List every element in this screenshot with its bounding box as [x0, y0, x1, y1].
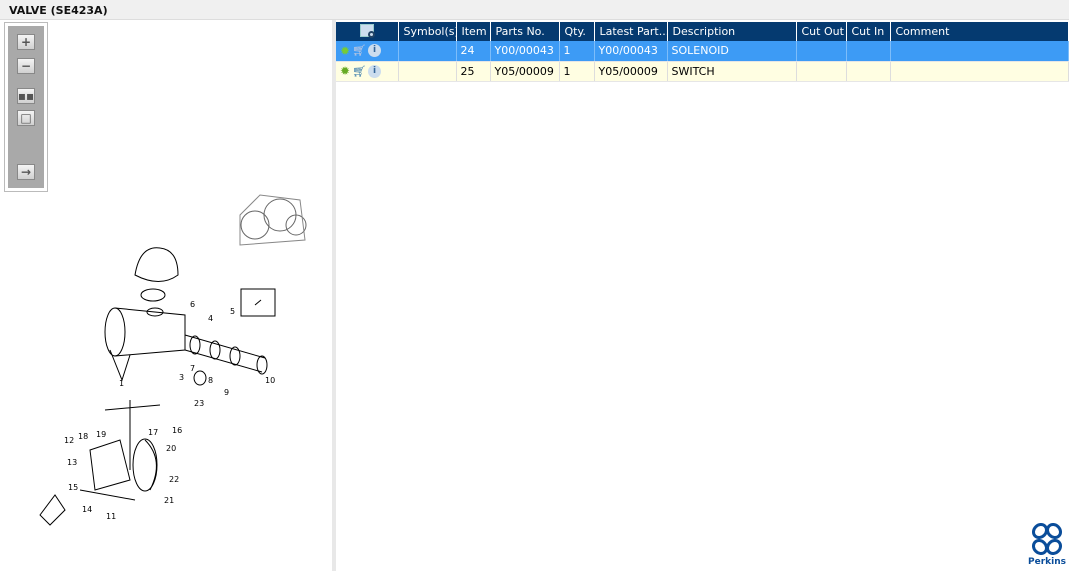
- description-cell: SOLENOID: [667, 41, 797, 62]
- callout[interactable]: 13: [67, 458, 77, 467]
- title-bar: VALVE (SE423A): [0, 0, 1069, 20]
- info-icon[interactable]: i: [368, 44, 382, 58]
- cut-in-cell: [846, 61, 891, 82]
- callout[interactable]: 5: [230, 307, 235, 316]
- callout[interactable]: 19: [96, 430, 106, 439]
- column-header-latest-part[interactable]: Latest Part...: [594, 22, 668, 41]
- viewer-toolbar: + − ▪▪ □ →: [4, 22, 48, 192]
- callout[interactable]: 3: [179, 373, 184, 382]
- cut-in-cell: [846, 41, 891, 62]
- zoom-out-icon[interactable]: −: [17, 58, 35, 74]
- callout[interactable]: 7: [190, 364, 195, 373]
- table-header: Symbol(s) Item Parts No. Qty. Latest Par…: [336, 22, 1069, 41]
- column-header-cut-in[interactable]: Cut In: [846, 22, 891, 41]
- callout[interactable]: 6: [190, 300, 195, 309]
- callout[interactable]: 4: [208, 314, 213, 323]
- engine-thumbnail: [239, 194, 307, 246]
- callout[interactable]: 16: [172, 426, 182, 435]
- callout[interactable]: 18: [78, 432, 88, 441]
- callout[interactable]: 20: [166, 444, 176, 453]
- fit-all-icon[interactable]: ▪▪: [17, 88, 35, 104]
- export-icon[interactable]: →: [17, 164, 35, 180]
- callout[interactable]: 21: [164, 496, 174, 505]
- callout[interactable]: 23: [194, 399, 204, 408]
- column-header-description[interactable]: Description: [667, 22, 797, 41]
- item-cell: 24: [456, 41, 491, 62]
- parts-table: Symbol(s) Item Parts No. Qty. Latest Par…: [336, 22, 1069, 82]
- callout[interactable]: 1: [119, 379, 124, 388]
- latest-part-cell: Y00/00043: [594, 41, 668, 62]
- item-cell: 25: [456, 61, 491, 82]
- zoom-in-icon[interactable]: +: [17, 34, 35, 50]
- column-header-qty[interactable]: Qty.: [559, 22, 595, 41]
- qty-cell: 1: [559, 41, 595, 62]
- part-no-cell: Y00/00043: [490, 41, 560, 62]
- callout[interactable]: 12: [64, 436, 74, 445]
- cart-icon[interactable]: 🛒︎: [352, 44, 366, 57]
- symbols-cell: [398, 61, 457, 82]
- exploded-view-drawing: [39, 194, 307, 526]
- latest-part-cell: Y05/00009: [594, 61, 668, 82]
- info-icon[interactable]: i: [368, 64, 382, 78]
- parts-diagram[interactable]: 1 3 4 5 6 7 8 9 10 23 11 12 13 14 15 16 …: [0, 180, 332, 543]
- perkins-logo: Perkins: [1026, 522, 1068, 567]
- callout[interactable]: 15: [68, 483, 78, 492]
- comment-cell: [890, 61, 1069, 82]
- description-cell: SWITCH: [667, 61, 797, 82]
- column-header-symbols[interactable]: Symbol(s): [398, 22, 457, 41]
- qty-cell: 1: [559, 61, 595, 82]
- table-row[interactable]: ✹ 🛒︎ i 24 Y00/00043 1 Y00/00043 SOLENOID: [336, 41, 1069, 62]
- callout[interactable]: 8: [208, 376, 213, 385]
- callout[interactable]: 14: [82, 505, 92, 514]
- logo-text: Perkins: [1028, 557, 1066, 567]
- perkins-logo-icon: [1031, 522, 1063, 556]
- callout[interactable]: 9: [224, 388, 229, 397]
- cut-out-cell: [796, 41, 847, 62]
- gear-icon[interactable]: ✹: [340, 44, 350, 58]
- pane-splitter[interactable]: [332, 20, 336, 571]
- callout[interactable]: 11: [106, 512, 116, 521]
- cart-icon[interactable]: 🛒︎: [352, 65, 366, 78]
- column-header-search[interactable]: [336, 22, 399, 41]
- page-title: VALVE (SE423A): [9, 4, 108, 17]
- callout[interactable]: 17: [148, 428, 158, 437]
- column-header-item[interactable]: Item: [456, 22, 491, 41]
- table-row[interactable]: ✹ 🛒︎ i 25 Y05/00009 1 Y05/00009 SWITCH: [336, 61, 1069, 82]
- comment-cell: [890, 41, 1069, 62]
- column-header-cut-out[interactable]: Cut Out: [796, 22, 847, 41]
- cut-out-cell: [796, 61, 847, 82]
- column-header-parts-no[interactable]: Parts No.: [490, 22, 560, 41]
- search-icon[interactable]: [359, 23, 375, 38]
- callout[interactable]: 22: [169, 475, 179, 484]
- fit-page-icon[interactable]: □: [17, 110, 35, 126]
- part-no-cell: Y05/00009: [490, 61, 560, 82]
- callout[interactable]: 10: [265, 376, 275, 385]
- column-header-comment[interactable]: Comment: [890, 22, 1069, 41]
- symbols-cell: [398, 41, 457, 62]
- gear-icon[interactable]: ✹: [340, 64, 350, 78]
